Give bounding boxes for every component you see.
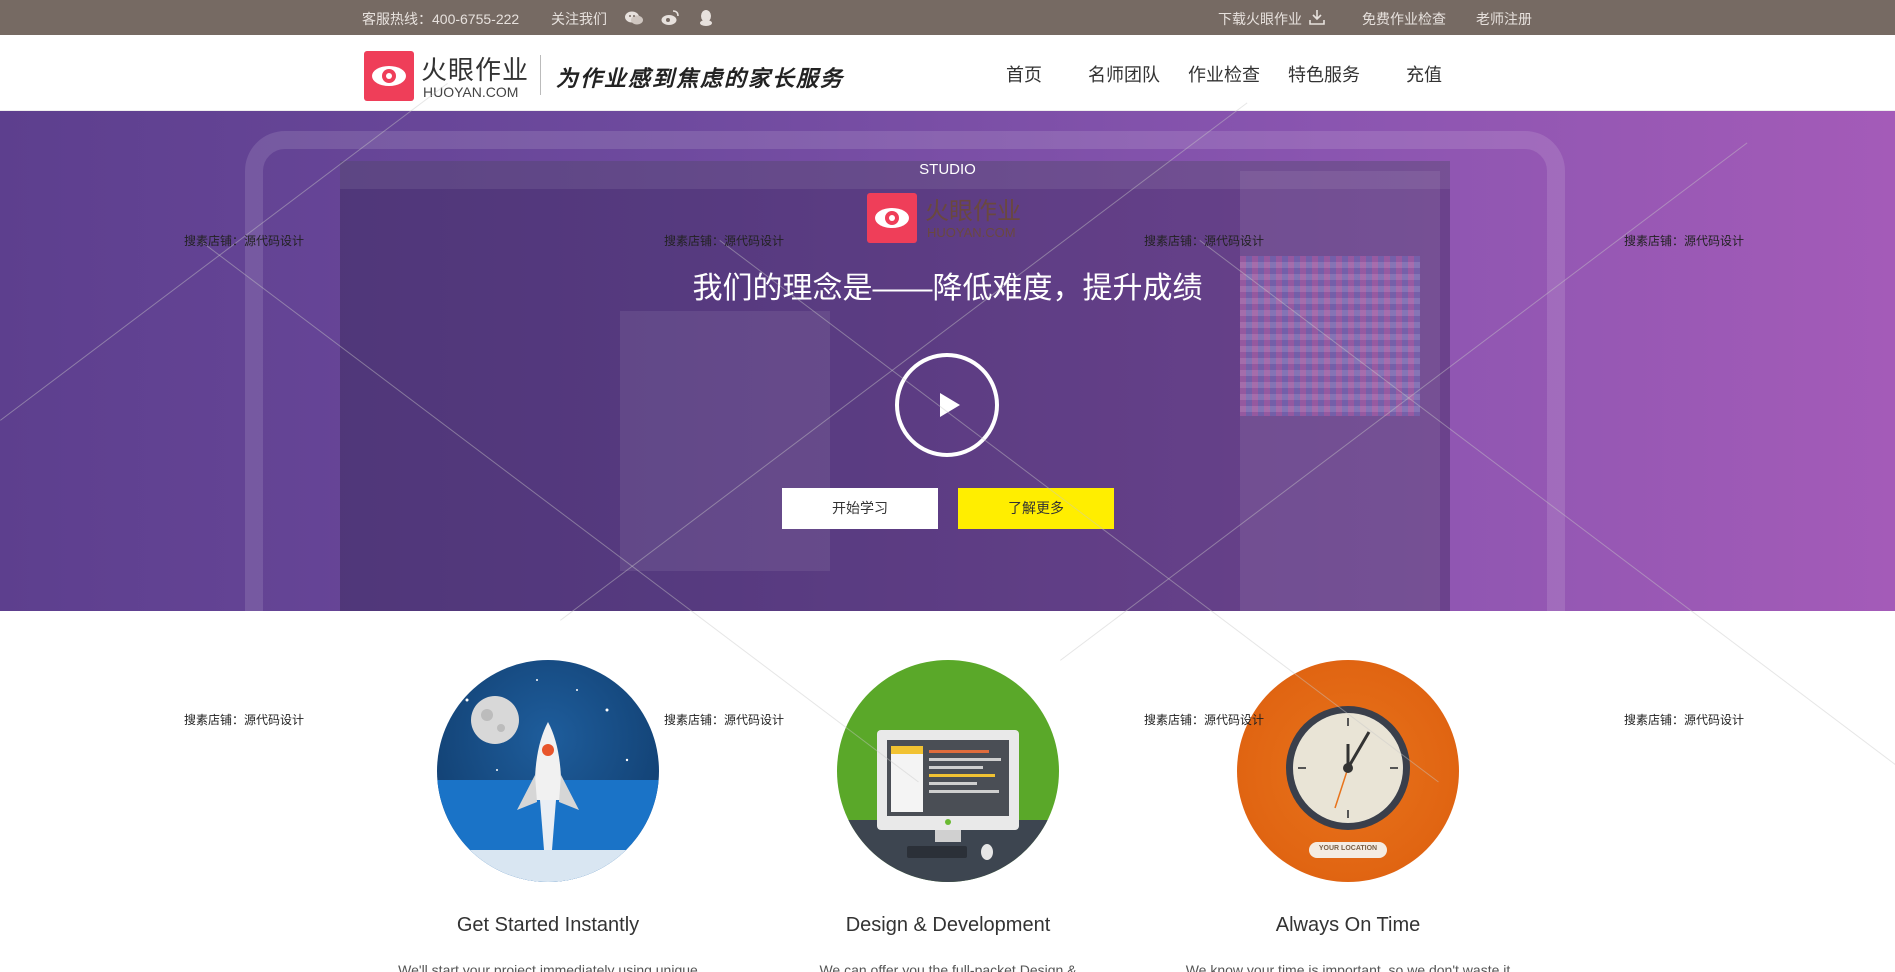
hero-studio-label: STUDIO xyxy=(919,161,976,178)
feature-description: We'll start your project immediately usi… xyxy=(398,962,698,972)
hero-title: 我们的理念是——降低难度，提升成绩 xyxy=(692,272,1203,305)
nav-teachers[interactable]: 名师团队 xyxy=(1088,61,1160,87)
watermark-text: 搜素店铺：源代码设计 xyxy=(664,713,785,727)
learn-more-button[interactable]: 了解更多 xyxy=(958,488,1114,529)
watermark-text: 搜素店铺：源代码设计 xyxy=(1144,713,1265,727)
start-learning-button[interactable]: 开始学习 xyxy=(782,488,938,529)
nav-homework-check[interactable]: 作业检查 xyxy=(1188,61,1260,87)
watermark-text: 搜素店铺：源代码设计 xyxy=(1624,234,1745,248)
feature-description: We know your time is important, so we do… xyxy=(1185,962,1511,972)
nav-home[interactable]: 首页 xyxy=(1006,61,1042,87)
eye-icon xyxy=(372,66,406,86)
brand-domain: HUOYAN.COM xyxy=(423,84,519,100)
nav-special-services[interactable]: 特色服务 xyxy=(1288,61,1360,87)
wechat-icon[interactable] xyxy=(624,8,644,28)
watermark-text: 搜素店铺：源代码设计 xyxy=(1144,234,1265,248)
logo[interactable] xyxy=(364,51,414,101)
brand-name: 火眼作业 xyxy=(421,56,530,86)
follow-us-label: 关注我们 xyxy=(551,11,607,27)
header-divider xyxy=(540,55,541,95)
nav-recharge[interactable]: 充值 xyxy=(1406,61,1442,87)
eye-icon xyxy=(875,208,909,228)
watermark-text: 搜素店铺：源代码设计 xyxy=(184,234,305,248)
hotline-text: 客服热线：400-6755-222 xyxy=(362,11,520,27)
location-badge: YOUR LOCATION xyxy=(1318,845,1378,852)
free-check-link[interactable]: 免费作业检查 xyxy=(1362,9,1446,29)
slogan: 为作业感到焦虑的家长服务 xyxy=(556,66,845,92)
feature-title: Always On Time xyxy=(1275,914,1421,936)
watermark-text: 搜素店铺：源代码设计 xyxy=(1624,713,1745,727)
download-app-link[interactable]: 下载火眼作业 xyxy=(1218,9,1302,29)
watermark-text: 搜素店铺：源代码设计 xyxy=(184,713,305,727)
hero-brand-name: 火眼作业 xyxy=(925,198,1021,225)
feature-title: Get Started Instantly xyxy=(456,914,640,936)
header: 火眼作业 HUOYAN.COM 为作业感到焦虑的家长服务 首页 名师团队 作业检… xyxy=(0,35,1895,111)
watermark-text: 搜素店铺：源代码设计 xyxy=(664,234,785,248)
hero-brand-domain: HUOYAN.COM xyxy=(927,225,1016,240)
feature-title: Design & Development xyxy=(845,914,1051,936)
monitor-icon xyxy=(837,660,1059,882)
qq-icon[interactable] xyxy=(696,8,716,28)
download-icon[interactable] xyxy=(1308,8,1328,28)
play-button[interactable] xyxy=(895,353,999,457)
hero-logo xyxy=(867,193,917,243)
weibo-icon[interactable] xyxy=(660,8,680,28)
rocket-icon xyxy=(437,660,659,882)
feature-description: We can offer you the full-packet Design … xyxy=(819,962,1077,972)
top-bar: 客服热线：400-6755-222 关注我们 下载火眼作业 免费作业检查 老师注… xyxy=(0,0,1895,35)
hero-banner: STUDIO 火眼作业 HUOYAN.COM 我们的理念是——降低难度，提升成绩… xyxy=(0,111,1895,611)
teacher-register-link[interactable]: 老师注册 xyxy=(1476,9,1532,29)
